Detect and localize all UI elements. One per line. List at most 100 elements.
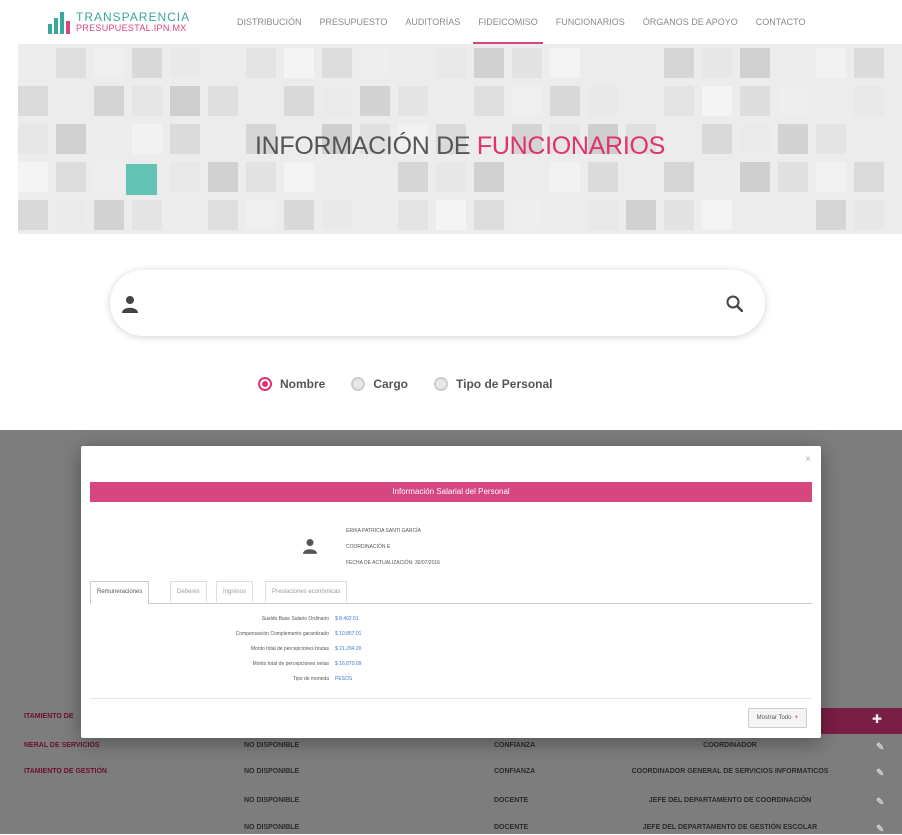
modal-title: Información Salarial del Personal — [90, 482, 812, 502]
accent-tile — [126, 164, 157, 195]
hero-tile — [360, 162, 390, 192]
filter-cargo-label: Cargo — [373, 377, 409, 391]
modal-tabs: Remuneraciones Deberes Ingresos Prestaci… — [90, 579, 812, 604]
hero-tile — [702, 48, 732, 78]
nav-item-6[interactable]: CONTACTO — [747, 0, 815, 44]
page-title-accent: FUNCIONARIOS — [476, 132, 665, 160]
table-cell: COORDINADOR GENERAL DE SERVICIOS INFORMA… — [631, 768, 829, 775]
filter-cargo[interactable]: Cargo — [351, 377, 408, 391]
hero-tile — [778, 86, 808, 116]
hero-tile — [854, 86, 884, 116]
logo-title: TRANSPARENCIA — [76, 10, 191, 24]
nav-item-4[interactable]: FUNCIONARIOS — [547, 0, 634, 44]
hero-tile — [740, 48, 770, 78]
hero-tile — [18, 200, 48, 230]
hero-tile — [854, 200, 884, 230]
hero-tile — [56, 200, 86, 230]
hero-tile — [778, 162, 808, 192]
hero-tile — [816, 48, 846, 78]
edit-icon[interactable]: ✎ — [876, 797, 884, 808]
hero-tile — [322, 86, 352, 116]
salary-value: $ 10,857.01 — [335, 631, 362, 637]
hero-tile — [94, 86, 124, 116]
tab-prestaciones[interactable]: Prestaciones económicas — [265, 581, 348, 602]
table-cell: NO DISPONIBLE — [244, 824, 300, 831]
hero-tile — [664, 200, 694, 230]
salary-modal: × Información Salarial del Personal ERIK… — [81, 446, 821, 738]
hero-tile — [626, 200, 656, 230]
hero-tile — [56, 48, 86, 78]
table-cell: NO DISPONIBLE — [244, 742, 300, 749]
salary-label: Compensación Complemento garantizado — [235, 631, 329, 637]
radio-nombre[interactable] — [258, 377, 272, 391]
salary-row: Monto total de percepciones netas $ 16,8… — [81, 661, 821, 671]
hero-tile — [284, 200, 314, 230]
table-cell: CONFIANZA — [494, 742, 536, 749]
salary-value: PESOS — [335, 676, 353, 682]
radio-cargo[interactable] — [351, 377, 366, 391]
search-input[interactable] — [170, 288, 694, 320]
salary-value: $ 21,294.20 — [335, 646, 362, 652]
nav-item-1[interactable]: PRESUPUESTO — [311, 0, 397, 44]
hero-tile — [360, 86, 390, 116]
search-filter-group: Nombre Cargo Tipo de Personal — [258, 377, 578, 391]
plus-icon: + — [794, 715, 798, 721]
salary-row: Tipo de moneda PESOS — [81, 676, 821, 686]
hero-tile — [170, 86, 200, 116]
hero-tile — [550, 162, 580, 192]
hero-tile — [512, 200, 542, 230]
tab-ingresos[interactable]: Ingresos — [216, 581, 254, 602]
hero-tile — [246, 200, 276, 230]
salary-value: $ 16,870.09 — [335, 661, 362, 667]
hero-tile — [512, 86, 542, 116]
hero-tile — [322, 48, 352, 78]
salary-row: Sueldo Base Salario Ordinario $ 8,402.51 — [81, 616, 821, 626]
table-cell: DOCENTE — [494, 797, 529, 804]
show-all-button[interactable]: Mostrar Todo + — [747, 708, 807, 728]
hero-tile — [56, 162, 86, 192]
hero-tile — [398, 86, 428, 116]
table-cell: NO DISPONIBLE — [244, 768, 300, 775]
hero-tile — [474, 162, 504, 192]
salary-row: Compensación Complemento garantizado $ 1… — [81, 631, 821, 641]
close-icon[interactable]: × — [805, 454, 811, 465]
nav-item-0[interactable]: DISTRIBUCIÓN — [228, 0, 311, 44]
hero-tile — [170, 48, 200, 78]
hero-tile — [18, 86, 48, 116]
page-title-plain: INFORMACIÓN DE — [255, 132, 471, 160]
person-update-date: FECHA DE ACTUALIZACIÓN: 30/07/2016 — [346, 560, 440, 566]
table-cell: ITAMIENTO DE GESTIÓN — [24, 768, 107, 775]
hero-tile — [132, 48, 162, 78]
table-cell: NERAL DE SERVICIOS — [24, 742, 100, 749]
hero-tile — [94, 200, 124, 230]
site-logo[interactable]: TRANSPARENCIA PRESUPUESTAL.IPN.MX — [48, 8, 190, 38]
salary-label: Monto total de percepciones brutas — [250, 646, 329, 652]
tab-deberes[interactable]: Deberes — [170, 581, 207, 602]
hero-tile — [18, 162, 48, 192]
nav-item-3[interactable]: FIDEICOMISO — [469, 0, 547, 44]
search-box — [110, 270, 765, 336]
hero-tile — [740, 86, 770, 116]
nav-item-5[interactable]: ÓRGANOS DE APOYO — [634, 0, 747, 44]
tab-remuneraciones[interactable]: Remuneraciones — [90, 581, 150, 604]
hero-tile — [208, 200, 238, 230]
edit-icon[interactable]: ✎ — [876, 768, 884, 779]
hero-tile — [284, 86, 314, 116]
hero-tile — [816, 200, 846, 230]
radio-tipo-personal[interactable] — [434, 377, 449, 391]
hero-tile — [588, 86, 618, 116]
search-icon[interactable] — [726, 295, 744, 317]
hero-tile — [208, 162, 238, 192]
bar-chart-logo-icon — [48, 12, 70, 34]
salary-row: Monto total de percepciones brutas $ 21,… — [81, 646, 821, 656]
person-line2: COORDINACIÓN E — [346, 544, 391, 550]
nav-item-2[interactable]: AUDITORÍAS — [396, 0, 469, 44]
edit-icon[interactable]: ✎ — [876, 824, 884, 835]
hero-tile — [94, 48, 124, 78]
table-cell: COORDINADOR — [703, 742, 757, 749]
user-icon — [122, 295, 138, 318]
main-nav: DISTRIBUCIÓN PRESUPUESTO AUDITORÍAS FIDEICO… — [228, 0, 814, 44]
filter-tipo-personal[interactable]: Tipo de Personal — [434, 377, 552, 391]
edit-icon[interactable]: ✎ — [876, 742, 884, 753]
filter-nombre[interactable]: Nombre — [258, 377, 325, 391]
